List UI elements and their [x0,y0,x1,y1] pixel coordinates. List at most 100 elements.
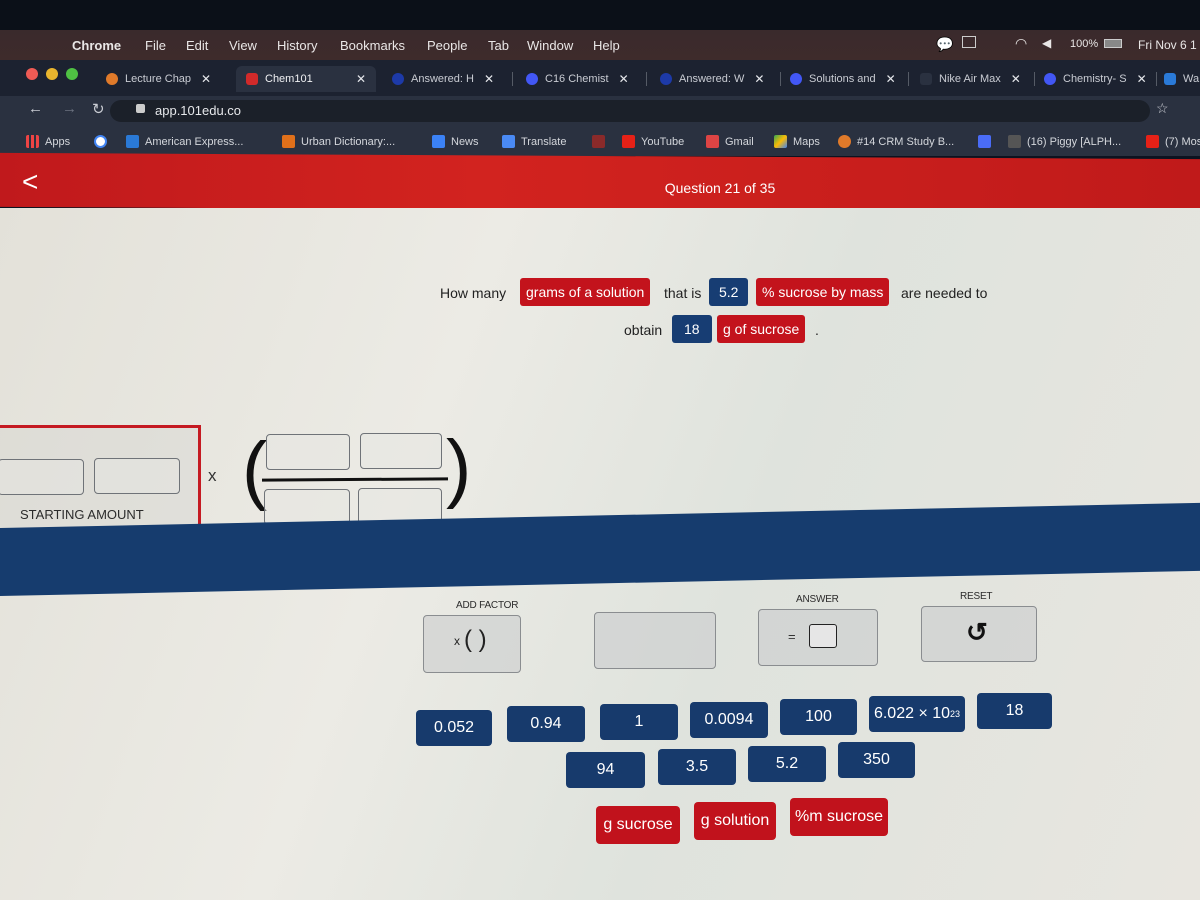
menu-file[interactable]: File [145,38,166,53]
bookmark-youtube[interactable]: YouTube [622,135,684,148]
add-factor-label: ADD FACTOR [456,600,519,611]
bookmark-urban-dictionary[interactable]: Urban Dictionary:... [282,135,395,148]
avogadro-exponent: 23 [950,709,961,719]
unit-tile[interactable]: g sucrose [596,806,680,844]
menu-tab[interactable]: Tab [488,38,509,53]
minimize-window-button[interactable] [46,68,58,80]
url-text[interactable]: app.101edu.co [155,103,241,118]
number-tile[interactable]: 0.052 [416,710,492,746]
bookmark-translate[interactable]: Translate [502,135,566,148]
bookmark-docs[interactable] [978,135,997,148]
bookmark-unnamed[interactable] [592,135,611,148]
bookmark-google[interactable] [94,135,113,148]
reload-icon[interactable]: ↻ [92,100,105,118]
docs-icon [978,135,991,148]
close-tab-icon[interactable]: ✕ [1137,72,1147,86]
bookmark-american-express[interactable]: American Express... [126,135,243,148]
battery-percent: 100% [1070,38,1099,50]
number-tile[interactable]: 0.0094 [690,702,768,738]
bookmark-apps[interactable]: Apps [26,135,70,148]
tab-bing[interactable]: Wa [1164,66,1199,92]
unit-tile[interactable]: %m sucrose [790,798,888,836]
number-tile[interactable]: 18 [977,693,1052,729]
bartleby-icon [392,73,404,85]
reset-button[interactable]: ↺ [921,606,1037,662]
close-tab-icon[interactable]: ✕ [201,72,211,86]
tab-chemistry[interactable]: Chemistry- S ✕ [1044,66,1147,92]
bookmark-label: (16) Piggy [ALPH... [1027,135,1122,148]
bookmark-news[interactable]: News [432,135,479,148]
tab-answered-1[interactable]: Answered: H ✕ [392,66,494,92]
wifi-icon[interactable]: ◠ [1015,35,1027,52]
battery-icon[interactable] [1104,39,1122,48]
bookmark-youtube-2[interactable]: (7) Mos [1146,135,1200,148]
answer-button[interactable]: = [758,609,878,666]
maximize-window-button[interactable] [66,68,78,80]
unit-chip-grams-solution: grams of a solution [520,278,651,306]
tab-separator [646,72,647,86]
number-tile[interactable]: 350 [838,742,915,778]
gmail-icon [706,135,719,148]
bookmark-maps[interactable]: Maps [774,135,820,148]
tab-answered-2[interactable]: Answered: W ✕ [660,66,764,92]
number-tile[interactable]: 5.2 [748,746,826,782]
denominator-value-slot[interactable] [264,489,350,525]
menu-app-name[interactable]: Chrome [72,38,121,53]
menu-window[interactable]: Window [527,38,573,53]
menu-edit[interactable]: Edit [186,38,208,53]
number-tile[interactable]: 0.94 [507,706,585,742]
menu-history[interactable]: History [277,38,317,53]
starting-amount-unit-slot[interactable] [94,458,180,494]
unit-tile[interactable]: g solution [694,802,776,840]
empty-control-slot[interactable] [594,612,716,669]
menu-help[interactable]: Help [593,38,620,53]
forward-icon[interactable]: → [62,100,77,117]
bookmark-crm-study[interactable]: #14 CRM Study B... [838,135,954,148]
bookmark-piggy[interactable]: (16) Piggy [ALPH... [1008,135,1121,148]
screen-share-icon[interactable] [962,36,976,48]
tab-nike-air-max[interactable]: Nike Air Max ✕ [920,66,1021,92]
address-bar[interactable] [110,100,1150,122]
tab-label: C16 Chemist [545,73,609,85]
number-tile[interactable]: 100 [780,699,857,735]
volume-icon[interactable]: ◀ [1042,36,1051,50]
bookmark-gmail[interactable]: Gmail [706,135,754,148]
menu-view[interactable]: View [229,38,257,53]
close-tab-icon[interactable]: ✕ [356,72,366,86]
101-icon [246,73,258,85]
tab-label: Lecture Chap [125,73,192,85]
number-tile[interactable]: 1 [600,704,678,740]
tab-c16-chemistry[interactable]: C16 Chemist ✕ [526,66,629,92]
tab-chem101[interactable]: Chem101 ✕ [236,66,376,92]
tab-separator [512,72,513,86]
tab-lecture-chap[interactable]: Lecture Chap ✕ [106,66,211,92]
numerator-value-slot[interactable] [266,434,350,470]
starting-amount-value-slot[interactable] [0,459,84,495]
number-tile[interactable]: 94 [566,752,645,788]
close-tab-icon[interactable]: ✕ [484,72,494,86]
close-tab-icon[interactable]: ✕ [619,72,629,86]
clock[interactable]: Fri Nov 6 1 [1138,38,1197,52]
back-icon[interactable]: ← [28,100,43,117]
tab-separator [908,72,909,86]
question-text: obtain [624,322,663,338]
menu-people[interactable]: People [427,38,467,53]
tab-separator [1034,72,1035,86]
bookmark-star-icon[interactable]: ☆ [1156,100,1169,117]
tab-solutions[interactable]: Solutions and ✕ [790,66,896,92]
close-window-button[interactable] [26,68,38,80]
number-tile[interactable]: 3.5 [658,749,736,785]
add-factor-button[interactable]: x( ) [423,615,521,673]
close-tab-icon[interactable]: ✕ [1011,72,1021,86]
menu-bookmarks[interactable]: Bookmarks [340,38,405,53]
messages-icon[interactable]: 💬 [936,36,953,53]
numerator-unit-slot[interactable] [360,433,442,469]
question-text: . [815,322,819,338]
close-tab-icon[interactable]: ✕ [754,72,764,86]
bookmark-label: Apps [45,135,71,148]
value-chip-mass: 18 [672,315,712,343]
lock-icon[interactable] [136,104,145,113]
close-tab-icon[interactable]: ✕ [886,72,896,86]
youtube-icon [622,135,635,148]
number-tile-avogadro[interactable]: 6.022 × 10 23 [869,696,965,732]
